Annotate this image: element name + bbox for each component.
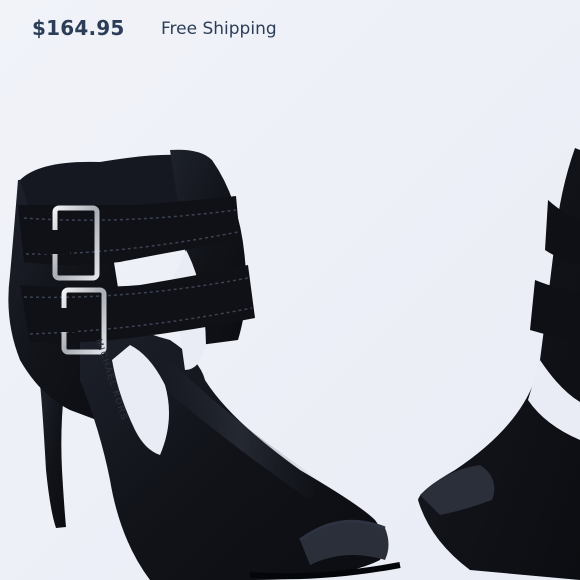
- price-bar: $164.95 Free Shipping: [0, 0, 580, 60]
- shipping-label: Free Shipping: [161, 19, 277, 39]
- product-photo[interactable]: MICHAEL KORS: [0, 0, 580, 580]
- price-label: $164.95: [32, 16, 125, 40]
